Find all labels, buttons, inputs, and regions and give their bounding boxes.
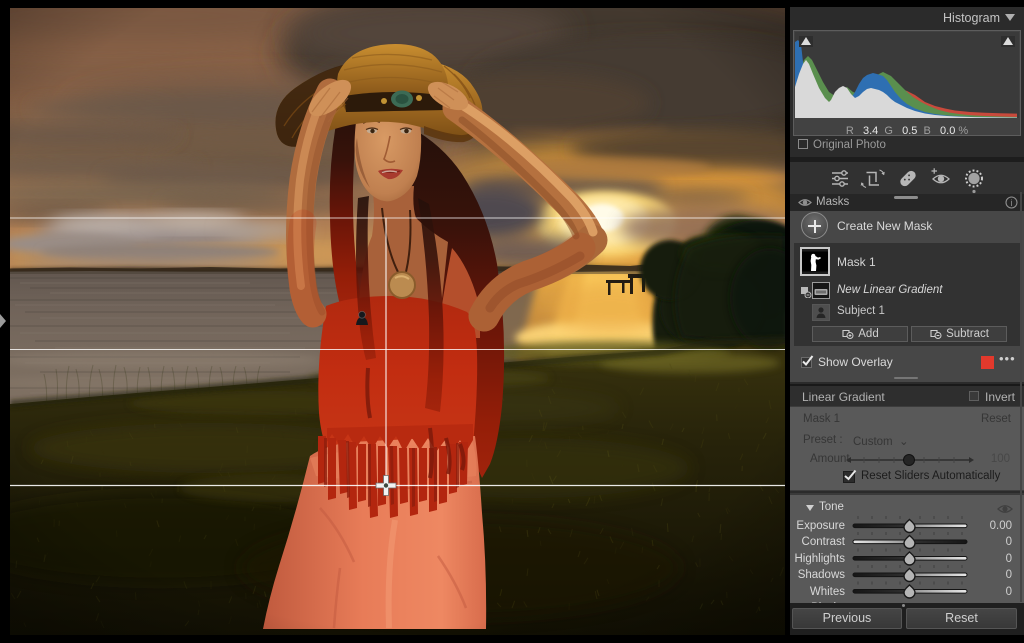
svg-text:i: i (1011, 198, 1013, 208)
